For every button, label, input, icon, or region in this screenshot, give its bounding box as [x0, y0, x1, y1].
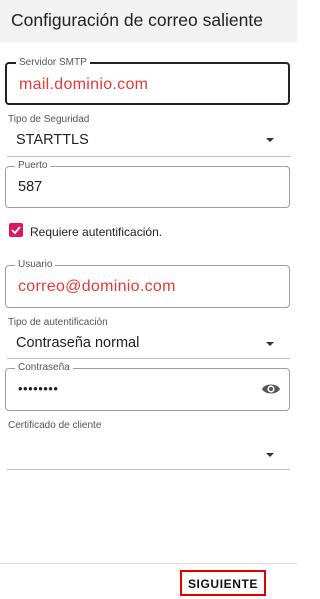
- security-type-underline: [7, 156, 290, 157]
- caret-down-icon: [266, 342, 274, 346]
- auth-type-label: Tipo de autentificación: [8, 317, 108, 328]
- eye-icon[interactable]: [261, 381, 281, 397]
- username-value: correo@dominio.com: [18, 278, 176, 295]
- client-cert-dropdown[interactable]: [5, 440, 290, 468]
- require-auth-checkbox[interactable]: [9, 223, 23, 237]
- footer-divider: [0, 563, 297, 564]
- username-label: Usuario: [15, 259, 56, 271]
- password-field[interactable]: Contraseña ••••••••: [5, 362, 290, 411]
- page-title: Configuración de correo saliente: [11, 10, 263, 30]
- require-auth-label: Requiere autentificación.: [30, 225, 163, 239]
- smtp-server-field[interactable]: Servidor SMTP mail.dominio.com: [5, 57, 290, 105]
- security-type-dropdown[interactable]: STARTTLS: [5, 128, 290, 156]
- app-bar: Configuración de correo saliente: [0, 0, 297, 42]
- auth-type-value: Contraseña normal: [16, 335, 140, 351]
- port-value: 587: [18, 179, 43, 195]
- username-field[interactable]: Usuario correo@dominio.com: [5, 259, 290, 308]
- smtp-server-label: Servidor SMTP: [16, 57, 90, 69]
- port-label: Puerto: [15, 160, 51, 172]
- auth-type-dropdown[interactable]: Contraseña normal: [5, 330, 290, 358]
- port-field[interactable]: Puerto 587: [5, 160, 290, 208]
- security-type-label: Tipo de Seguridad: [8, 114, 90, 125]
- password-value: ••••••••: [18, 381, 59, 396]
- smtp-server-value: mail.dominio.com: [19, 76, 149, 93]
- client-cert-underline: [7, 469, 290, 470]
- security-type-value: STARTTLS: [16, 132, 89, 148]
- next-button-label: SIGUIENTE: [187, 577, 259, 591]
- client-cert-label: Certificado de cliente: [8, 420, 102, 431]
- password-label: Contraseña: [15, 362, 73, 374]
- auth-type-underline: [7, 358, 290, 359]
- caret-down-icon: [266, 138, 274, 142]
- next-button[interactable]: SIGUIENTE: [180, 570, 266, 596]
- check-icon: [11, 226, 21, 235]
- caret-down-icon: [266, 453, 274, 457]
